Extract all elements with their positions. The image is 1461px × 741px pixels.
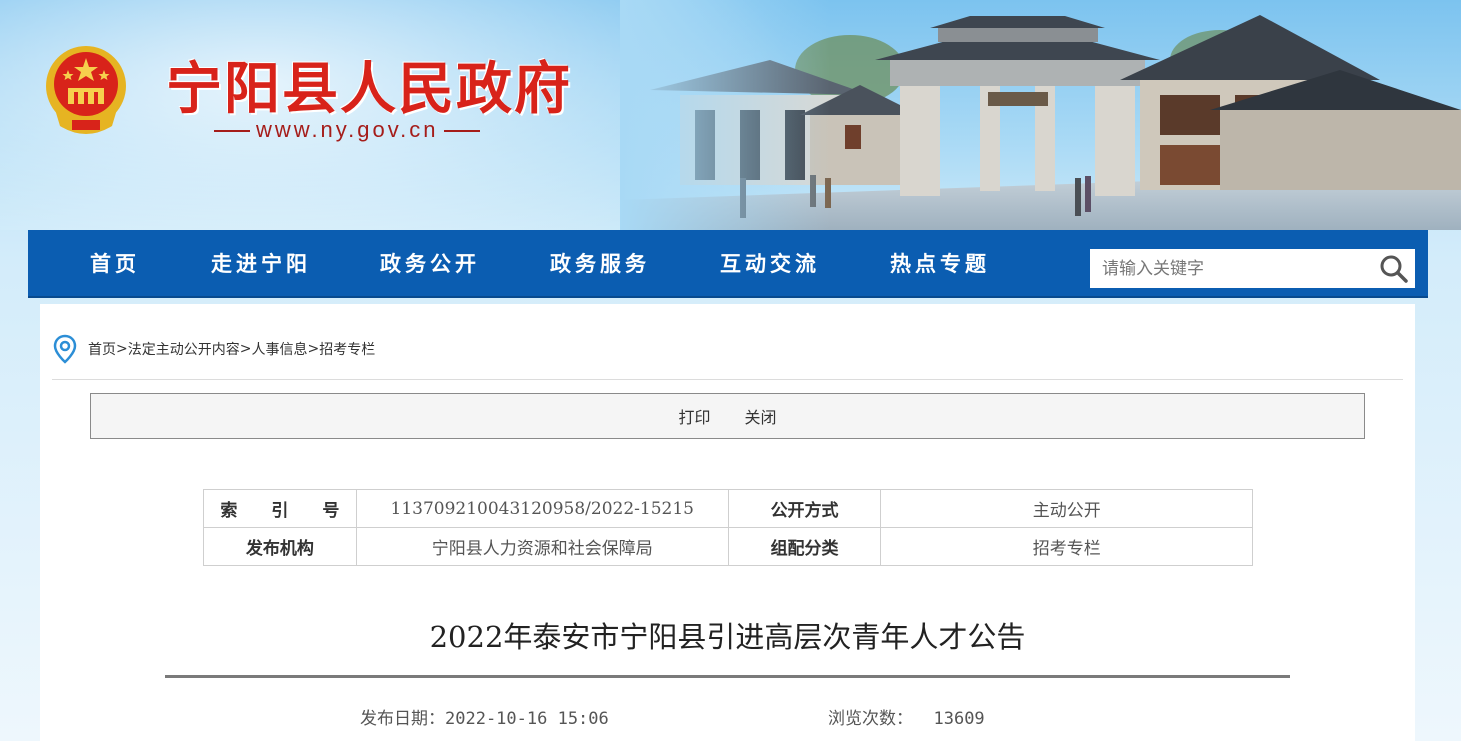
breadcrumb-separator: >: [116, 341, 128, 357]
search-box: [1090, 249, 1415, 288]
article-toolbar: 打印 关闭: [90, 393, 1365, 439]
search-icon[interactable]: [1379, 254, 1409, 284]
breadcrumb-separator: >: [307, 341, 320, 357]
breadcrumb: 首页 > 法定主动公开内容 > 人事信息 > 招考专栏: [52, 334, 375, 364]
publisher-label: 发布机构: [203, 527, 357, 566]
view-count-value: 13609: [933, 709, 985, 729]
publish-date-label: 发布日期：: [360, 709, 445, 729]
location-pin-icon: [53, 334, 77, 364]
breadcrumb-statutory-disclosure[interactable]: 法定主动公开内容: [128, 339, 240, 359]
ancient-town-illustration: [620, 0, 1461, 230]
print-button[interactable]: 打印: [678, 404, 710, 428]
nav-item-about-ningyang[interactable]: 走进宁阳: [211, 230, 311, 298]
nav-item-interaction[interactable]: 互动交流: [720, 230, 820, 298]
nav-item-hot-topics[interactable]: 热点专题: [890, 230, 990, 298]
close-button[interactable]: 关闭: [745, 404, 777, 428]
publish-date-value: 2022-10-16 15:06: [445, 709, 609, 729]
search-input[interactable]: [1090, 249, 1365, 288]
breadcrumb-personnel-info[interactable]: 人事信息: [251, 339, 307, 359]
url-dash-left: [214, 130, 250, 133]
breadcrumb-home[interactable]: 首页: [88, 339, 116, 359]
disclosure-method-label: 公开方式: [727, 489, 882, 528]
meta-row: 索 引 号 113709210043120958/2022-15215 公开方式…: [203, 489, 1253, 528]
publisher-value: 宁阳县人力资源和社会保障局: [355, 527, 729, 566]
breadcrumb-separator: >: [239, 341, 252, 357]
url-dash-right: [444, 130, 481, 133]
article-title: 2022年泰安市宁阳县引进高层次青年人才公告: [429, 620, 1026, 654]
index-number-value: 113709210043120958/2022-15215: [355, 489, 729, 528]
site-url: www.ny.gov.cn: [208, 117, 486, 143]
document-meta-table: 索 引 号 113709210043120958/2022-15215 公开方式…: [203, 489, 1253, 566]
index-number-label: 索 引 号: [203, 489, 357, 528]
nav-item-home[interactable]: 首页: [90, 230, 140, 298]
nav-item-gov-services[interactable]: 政务服务: [550, 230, 650, 298]
category-label: 组配分类: [727, 527, 882, 566]
content-panel: 首页 > 法定主动公开内容 > 人事信息 > 招考专栏 打印 关闭 索 引 号 …: [40, 304, 1415, 741]
site-url-text: www.ny.gov.cn: [256, 117, 439, 142]
main-nav: 首页 走进宁阳 政务公开 政务服务 互动交流 热点专题: [28, 230, 1428, 298]
nav-item-gov-affairs-disclosure[interactable]: 政务公开: [380, 230, 480, 298]
title-divider: [165, 675, 1290, 678]
breadcrumb-divider: [52, 379, 1403, 380]
disclosure-method-value: 主动公开: [880, 489, 1253, 528]
view-count: 浏览次数： 13609: [828, 704, 985, 729]
breadcrumb-recruitment-column[interactable]: 招考专栏: [319, 339, 375, 359]
site-title: 宁阳县人民政府: [166, 57, 572, 122]
meta-row: 发布机构 宁阳县人力资源和社会保障局 组配分类 招考专栏: [203, 527, 1253, 566]
view-count-label: 浏览次数：: [828, 709, 913, 729]
national-emblem-icon: [46, 46, 126, 134]
publish-date: 发布日期：2022-10-16 15:06: [360, 704, 609, 729]
category-value: 招考专栏: [880, 527, 1253, 566]
header-banner: 宁阳县人民政府 www.ny.gov.cn: [0, 0, 1461, 230]
